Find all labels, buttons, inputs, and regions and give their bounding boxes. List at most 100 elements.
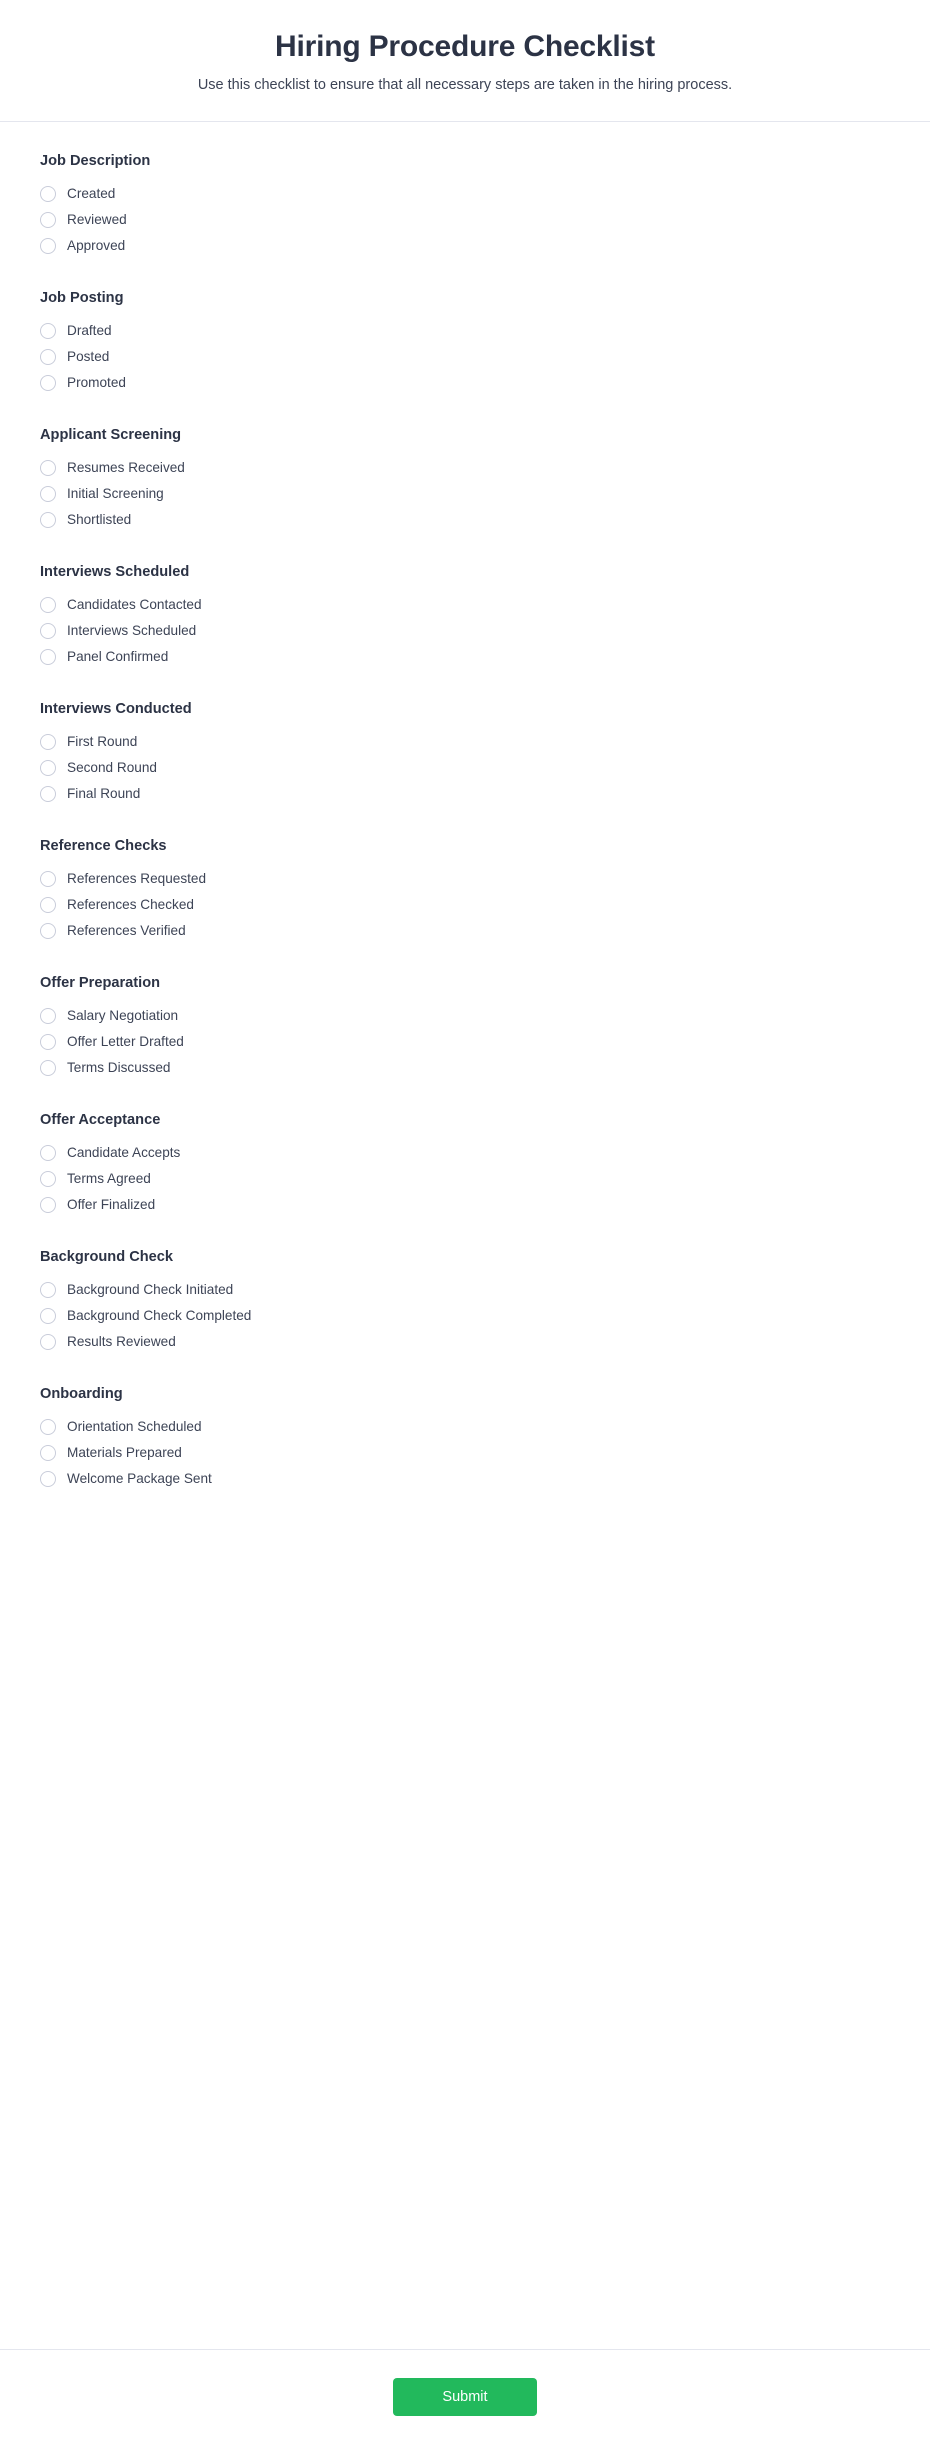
- radio-circle-icon[interactable]: [40, 186, 56, 203]
- radio-circle-icon[interactable]: [40, 786, 56, 803]
- checklist-option[interactable]: Salary Negotiation: [40, 1007, 890, 1026]
- radio-circle-icon[interactable]: [40, 486, 56, 503]
- checklist-option-label: Terms Discussed: [67, 1059, 171, 1075]
- checklist-option-label: First Round: [67, 733, 138, 749]
- section-title: Interviews Conducted: [40, 700, 192, 717]
- radio-circle-icon[interactable]: [40, 1470, 56, 1487]
- checklist-option-label: Final Round: [67, 785, 141, 801]
- checklist-option-label: References Verified: [67, 922, 186, 938]
- checklist-option[interactable]: References Checked: [40, 896, 890, 915]
- radio-circle-icon[interactable]: [40, 623, 56, 640]
- radio-circle-icon[interactable]: [40, 1145, 56, 1162]
- radio-circle-icon[interactable]: [40, 734, 56, 751]
- section-title: Onboarding: [40, 1385, 123, 1402]
- form-header: Hiring Procedure Checklist Use this chec…: [0, 0, 930, 121]
- checklist-option-label: Created: [67, 186, 116, 202]
- checklist-option[interactable]: First Round: [40, 733, 890, 752]
- checklist-option-label: Drafted: [67, 323, 112, 339]
- checklist-option[interactable]: Reviewed: [40, 211, 890, 230]
- radio-circle-icon[interactable]: [40, 871, 56, 888]
- radio-circle-icon[interactable]: [40, 1060, 56, 1077]
- radio-circle-icon[interactable]: [40, 1008, 56, 1025]
- section-title: Applicant Screening: [40, 426, 182, 443]
- checklist-section: Offer Preparation Salary Negotiation Offer…: [40, 974, 890, 1078]
- checklist-option-label: Promoted: [67, 375, 126, 391]
- checklist-option[interactable]: Approved: [40, 237, 890, 256]
- checklist-option[interactable]: Second Round: [40, 759, 890, 778]
- checklist-option-label: Offer Finalized: [67, 1196, 156, 1212]
- checklist-option-label: Second Round: [67, 759, 157, 775]
- checklist-option[interactable]: Panel Confirmed: [40, 648, 890, 667]
- radio-circle-icon[interactable]: [40, 1334, 56, 1351]
- radio-circle-icon[interactable]: [40, 1308, 56, 1325]
- checklist-option[interactable]: Resumes Received: [40, 459, 890, 478]
- radio-circle-icon[interactable]: [40, 375, 56, 392]
- radio-circle-icon[interactable]: [40, 512, 56, 529]
- checklist-option[interactable]: Created: [40, 185, 890, 204]
- checklist-option[interactable]: Drafted: [40, 322, 890, 341]
- checklist-option[interactable]: Results Reviewed: [40, 1333, 890, 1352]
- radio-circle-icon[interactable]: [40, 460, 56, 477]
- checklist-option-label: Reviewed: [67, 212, 127, 228]
- checklist-option[interactable]: Offer Letter Drafted: [40, 1033, 890, 1052]
- checklist-option-label: Candidate Accepts: [67, 1144, 181, 1160]
- checklist-option-label: Offer Letter Drafted: [67, 1033, 184, 1049]
- checklist-section: Interviews Conducted First Round Second Ro…: [40, 700, 890, 804]
- checklist-option-label: Terms Agreed: [67, 1170, 151, 1186]
- radio-circle-icon[interactable]: [40, 597, 56, 614]
- radio-circle-icon[interactable]: [40, 897, 56, 914]
- checklist-option[interactable]: Terms Agreed: [40, 1170, 890, 1189]
- radio-circle-icon[interactable]: [40, 1197, 56, 1214]
- checklist-option[interactable]: Background Check Completed: [40, 1307, 890, 1326]
- radio-circle-icon[interactable]: [40, 1282, 56, 1299]
- checklist-option[interactable]: Materials Prepared: [40, 1443, 890, 1462]
- page-title: Hiring Procedure Checklist: [275, 30, 655, 63]
- checklist-option[interactable]: Final Round: [40, 785, 890, 804]
- page-subtitle: Use this checklist to ensure that all ne…: [197, 76, 733, 93]
- checklist-option[interactable]: References Verified: [40, 922, 890, 941]
- checklist-option-label: Background Check Initiated: [67, 1281, 234, 1297]
- checklist-option[interactable]: Orientation Scheduled: [40, 1417, 890, 1436]
- checklist-option[interactable]: Interviews Scheduled: [40, 622, 890, 641]
- checklist-option-label: Panel Confirmed: [67, 649, 169, 664]
- submit-button[interactable]: Submit: [393, 2378, 537, 2416]
- checklist-option-label: Orientation Scheduled: [67, 1418, 202, 1434]
- radio-circle-icon[interactable]: [40, 923, 56, 940]
- checklist-option[interactable]: Background Check Initiated: [40, 1281, 890, 1300]
- checklist-option-label: Background Check Completed: [67, 1307, 252, 1323]
- radio-circle-icon[interactable]: [40, 238, 56, 255]
- checklist-section: Reference Checks References Requested Refe…: [40, 837, 890, 941]
- checklist-option-label: References Checked: [67, 896, 194, 912]
- checklist-option-label: Shortlisted: [67, 512, 132, 528]
- radio-circle-icon[interactable]: [40, 349, 56, 366]
- checklist-option[interactable]: Initial Screening: [40, 485, 890, 504]
- checklist-option[interactable]: References Requested: [40, 870, 890, 889]
- radio-circle-icon[interactable]: [40, 1418, 56, 1435]
- radio-circle-icon[interactable]: [40, 760, 56, 777]
- radio-circle-icon[interactable]: [40, 1171, 56, 1188]
- radio-circle-icon[interactable]: [40, 1444, 56, 1461]
- checklist-option[interactable]: Welcome Package Sent: [40, 1469, 890, 1488]
- checklist-option-label: References Requested: [67, 870, 207, 886]
- section-title: Job Posting: [40, 289, 124, 306]
- radio-circle-icon[interactable]: [40, 649, 56, 666]
- radio-circle-icon[interactable]: [40, 212, 56, 229]
- checklist-option-label: Welcome Package Sent: [67, 1470, 212, 1486]
- checklist-option[interactable]: Shortlisted: [40, 511, 890, 530]
- radio-circle-icon[interactable]: [40, 1034, 56, 1051]
- checklist-option-label: Approved: [67, 238, 126, 254]
- checklist-option-label: Results Reviewed: [67, 1333, 176, 1349]
- checklist-section: Background Check Background Check Initiat…: [40, 1248, 890, 1352]
- checklist-option[interactable]: Terms Discussed: [40, 1059, 890, 1078]
- checklist-option[interactable]: Candidates Contacted: [40, 596, 890, 615]
- checklist-option[interactable]: Offer Finalized: [40, 1196, 890, 1215]
- checklist-option[interactable]: Promoted: [40, 374, 890, 393]
- radio-circle-icon[interactable]: [40, 323, 56, 340]
- checklist-sections: Job Description Created Reviewed Approved Jo…: [0, 122, 930, 2349]
- checklist-option[interactable]: Candidate Accepts: [40, 1144, 890, 1163]
- checklist-section: Offer Acceptance Candidate Accepts Terms A…: [40, 1111, 890, 1215]
- checklist-option-label: Candidates Contacted: [67, 597, 202, 612]
- checklist-section: Job Description Created Reviewed Approved: [40, 152, 890, 256]
- checklist-option[interactable]: Posted: [40, 348, 890, 367]
- checklist-option-label: Resumes Received: [67, 460, 185, 476]
